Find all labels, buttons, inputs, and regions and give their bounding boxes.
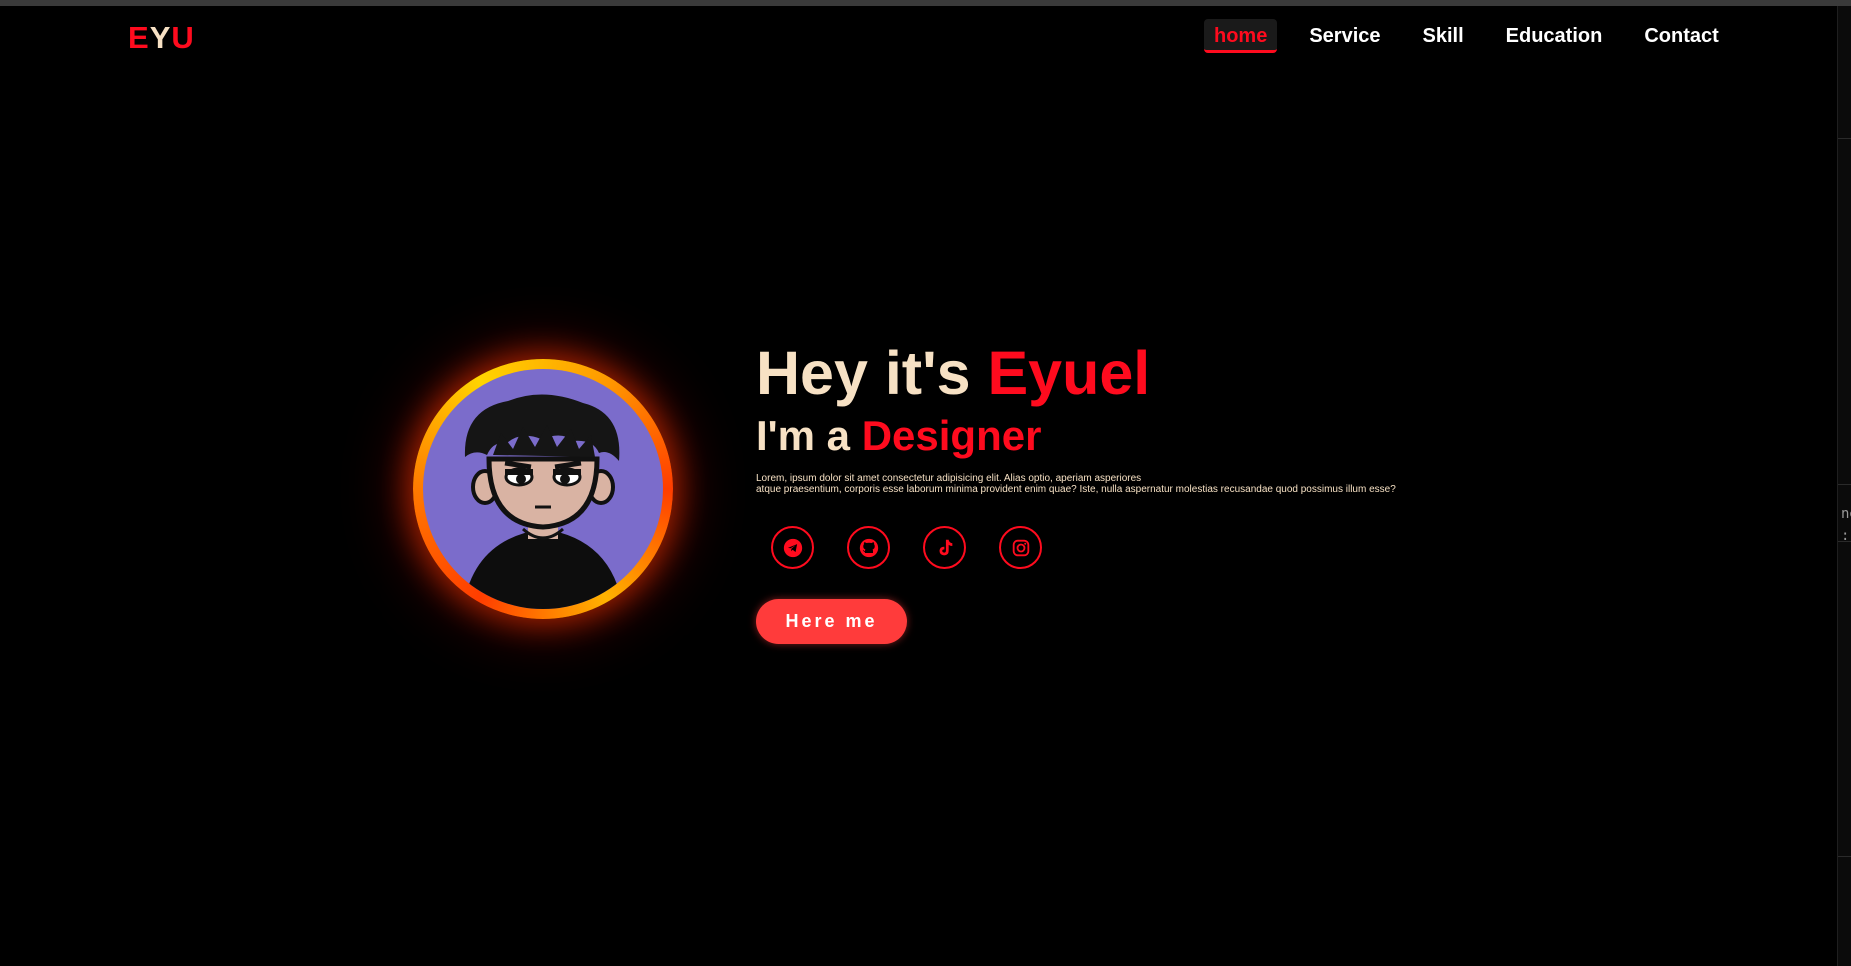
logo-letter-u: U [171, 20, 195, 55]
hero-subheading: I'm a Designer [756, 412, 1041, 460]
github-link[interactable] [847, 526, 890, 569]
hero-description: Lorem, ipsum dolor sit amet consectetur … [756, 473, 1516, 495]
panel-divider [1838, 541, 1851, 542]
navbar: EYU home Service Skill Education Contact [0, 6, 1837, 66]
instagram-link[interactable] [999, 526, 1042, 569]
tiktok-link[interactable] [923, 526, 966, 569]
hero-role: Designer [861, 412, 1042, 459]
github-icon [859, 538, 878, 557]
nav-skill[interactable]: Skill [1423, 19, 1464, 53]
panel-divider [1838, 484, 1851, 485]
logo-letter-e: E [128, 20, 150, 55]
hero-greeting: Hey it's [756, 339, 988, 407]
nav-home[interactable]: home [1204, 19, 1278, 53]
panel-divider [1838, 138, 1851, 139]
profile-avatar [423, 369, 663, 609]
social-links [771, 526, 1075, 569]
profile-avatar-ring [413, 359, 673, 619]
nav-contact[interactable]: Contact [1644, 19, 1718, 53]
main-nav: home Service Skill Education Contact [1204, 19, 1761, 53]
hero-section: Hey it's Eyuel I'm a Designer Lorem, ips… [756, 336, 1396, 644]
site-logo[interactable]: EYU [128, 20, 195, 56]
here-me-button[interactable]: Here me [756, 599, 907, 644]
telegram-icon [783, 538, 802, 557]
panel-text: ne [1841, 506, 1851, 522]
nav-education[interactable]: Education [1506, 19, 1603, 53]
nav-service[interactable]: Service [1309, 19, 1380, 53]
logo-letter-y: Y [149, 20, 172, 55]
side-panel[interactable]: ne : [1837, 6, 1851, 966]
tiktok-icon [939, 539, 952, 555]
instagram-icon [1012, 539, 1029, 556]
panel-divider [1838, 856, 1851, 857]
hero-role-prefix: I'm a [756, 412, 862, 459]
telegram-link[interactable] [771, 526, 814, 569]
avatar-illustration [463, 394, 623, 609]
hero-description-line: atque praesentium, corporis esse laborum… [756, 484, 1396, 495]
hero-description-line: Lorem, ipsum dolor sit amet consectetur … [756, 473, 1142, 484]
hero-heading: Hey it's Eyuel [756, 336, 1150, 410]
hero-name: Eyuel [987, 339, 1151, 407]
